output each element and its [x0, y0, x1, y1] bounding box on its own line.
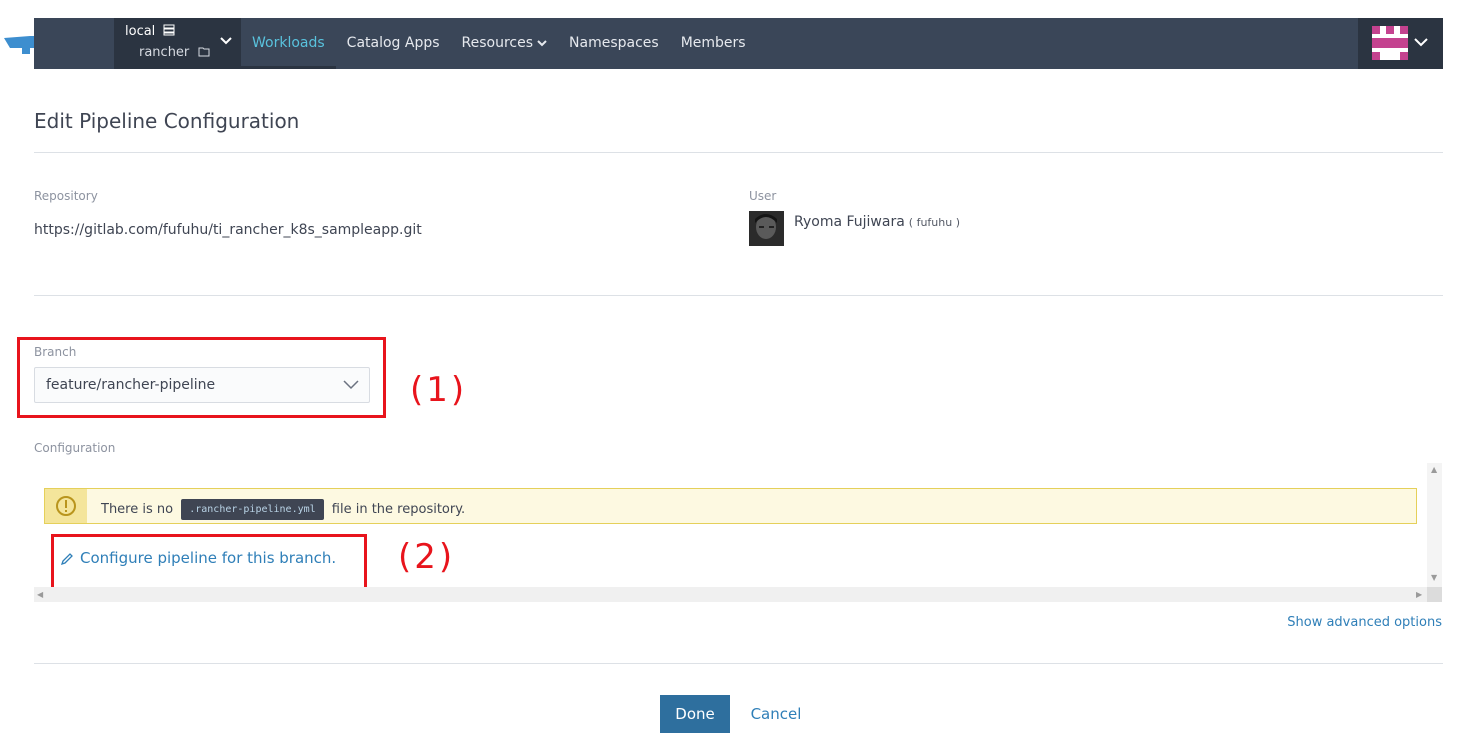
annotation-box-1 — [17, 337, 386, 418]
nav-catalog-apps[interactable]: Catalog Apps — [336, 18, 451, 69]
divider — [34, 152, 1443, 153]
profile-photo-icon — [749, 211, 784, 246]
missing-file-warning: There is no .rancher-pipeline.yml file i… — [44, 488, 1417, 524]
repository-url: https://gitlab.com/fufuhu/ti_rancher_k8s… — [34, 222, 422, 238]
project-name: rancher — [139, 45, 210, 60]
folder-icon — [198, 47, 210, 57]
scroll-left-icon[interactable]: ◀ — [37, 590, 43, 599]
user-avatar-icon — [1372, 26, 1408, 60]
main-nav: Workloads Catalog Apps Resources Namespa… — [241, 18, 757, 69]
divider — [34, 663, 1443, 664]
user-avatar — [749, 211, 784, 246]
cluster-project-switcher[interactable]: local rancher — [114, 18, 241, 69]
show-advanced-options-link[interactable]: Show advanced options — [1287, 615, 1442, 630]
vertical-scrollbar[interactable]: ▲ ▼ — [1427, 463, 1442, 587]
nav-workloads[interactable]: Workloads — [241, 18, 336, 69]
user-name: Ryoma Fujiwara( fufuhu ) — [794, 214, 961, 230]
info-icon — [56, 496, 76, 516]
warning-message: There is no .rancher-pipeline.yml file i… — [101, 499, 465, 520]
cancel-button[interactable]: Cancel — [740, 695, 812, 733]
divider — [34, 295, 1443, 296]
configuration-label: Configuration — [34, 441, 116, 455]
user-handle: ( fufuhu ) — [908, 216, 961, 229]
chevron-down-icon — [1414, 38, 1428, 47]
scroll-up-icon[interactable]: ▲ — [1431, 465, 1437, 474]
user-menu[interactable] — [1358, 18, 1443, 69]
repository-label: Repository — [34, 189, 98, 203]
scrollbar-corner — [1427, 587, 1442, 602]
scroll-down-icon[interactable]: ▼ — [1431, 573, 1437, 582]
pipeline-filename: .rancher-pipeline.yml — [181, 499, 324, 520]
horizontal-scrollbar[interactable]: ◀ ▶ — [34, 587, 1427, 602]
user-label: User — [749, 189, 777, 203]
annotation-label-2: (2) — [398, 537, 456, 577]
done-button[interactable]: Done — [660, 695, 730, 733]
chevron-down-icon — [537, 40, 547, 47]
chevron-down-icon — [220, 37, 232, 45]
page-title: Edit Pipeline Configuration — [34, 109, 300, 133]
server-icon — [163, 24, 175, 36]
cluster-name: local — [125, 24, 175, 39]
warning-icon-box — [45, 489, 87, 523]
nav-members[interactable]: Members — [670, 18, 757, 69]
nav-namespaces[interactable]: Namespaces — [558, 18, 670, 69]
nav-resources[interactable]: Resources — [451, 18, 559, 69]
annotation-box-2 — [51, 534, 367, 591]
scroll-right-icon[interactable]: ▶ — [1416, 590, 1422, 599]
annotation-label-1: (1) — [410, 370, 468, 410]
